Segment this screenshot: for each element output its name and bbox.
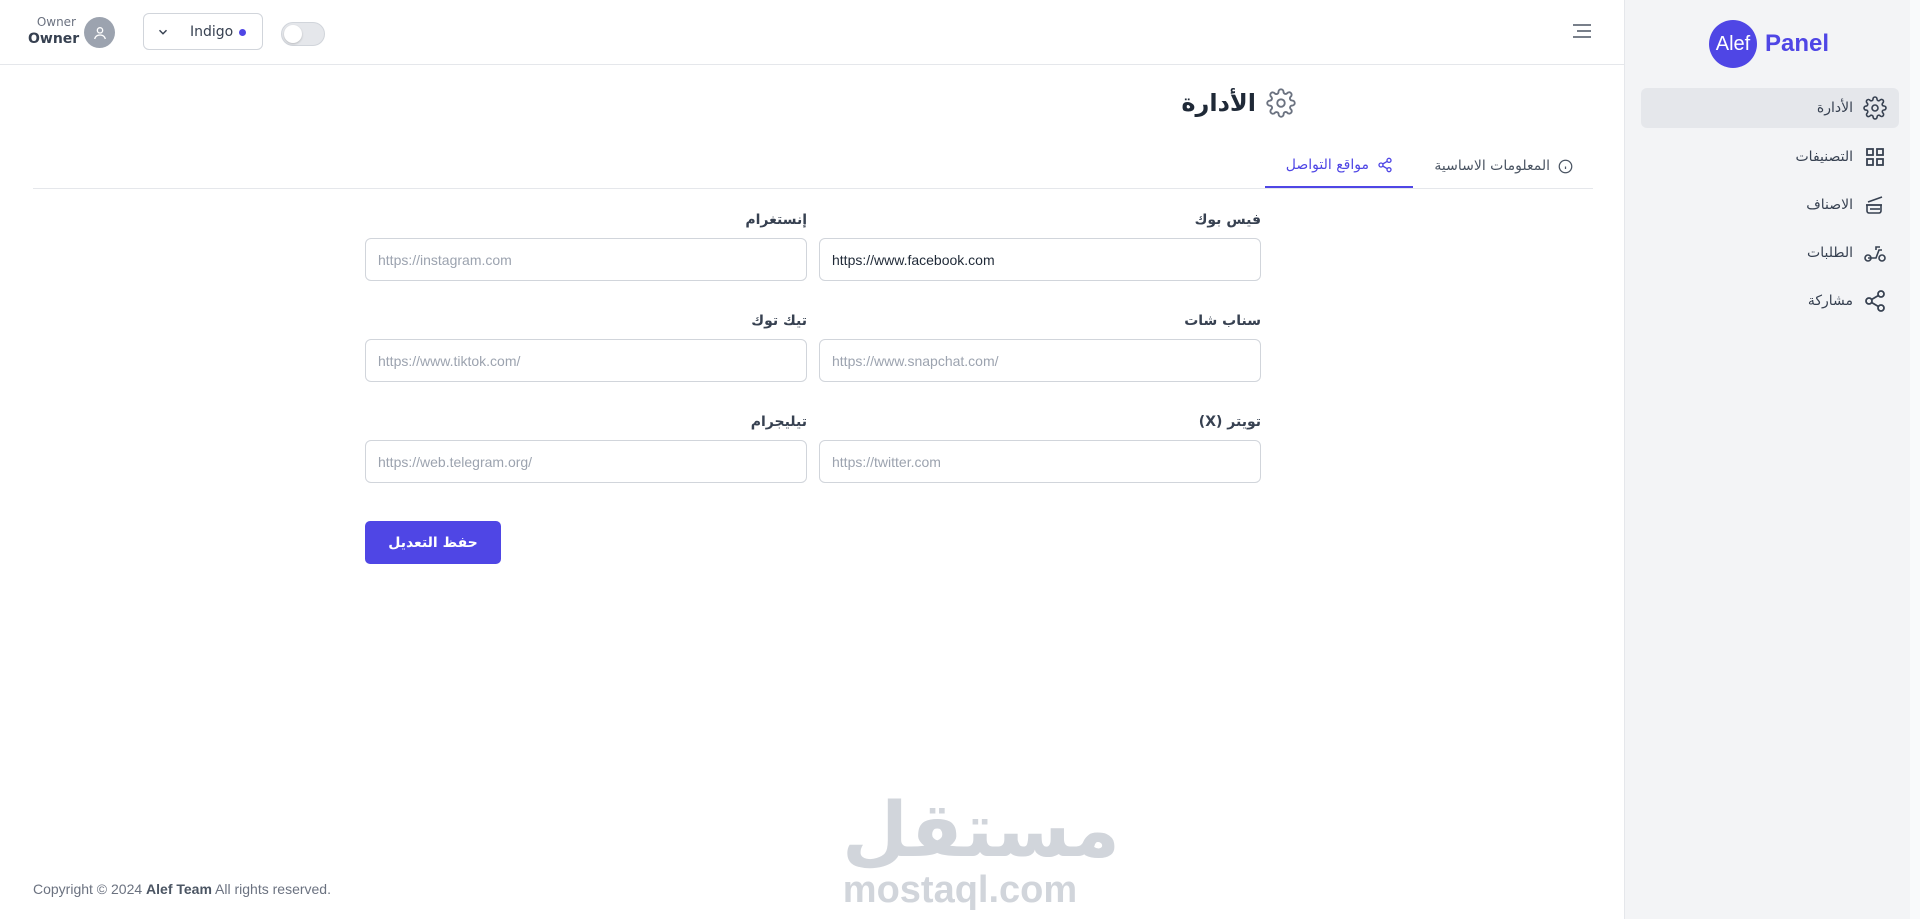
page-title-text: الأدارة (1181, 89, 1256, 117)
facebook-label: فيس بوك (1194, 212, 1261, 228)
logo-circle: Alef (1709, 20, 1757, 68)
user-icon (93, 26, 106, 39)
sidebar-item-label: مشاركة (1807, 293, 1853, 309)
footer-suffix: All rights reserved. (215, 881, 331, 897)
burger-icon (1866, 196, 1883, 214)
tiktok-input[interactable] (365, 339, 807, 382)
snapchat-input[interactable] (819, 339, 1261, 382)
avatar[interactable] (84, 17, 115, 48)
menu-icon[interactable] (1572, 22, 1592, 40)
sidebar-item-label: الطلبات (1807, 245, 1853, 261)
sidebar: Alef Panel الأدارة التصنيفات الاصناف الط… (1625, 0, 1919, 919)
sidebar-item-admin[interactable]: الأدارة (1641, 88, 1899, 128)
user-info[interactable]: Owner Owner (28, 14, 80, 48)
tab-social-media-label: مواقع التواصل (1285, 157, 1369, 173)
chevron-down-icon (158, 29, 168, 35)
sidebar-item-categories[interactable]: التصنيفات (1641, 137, 1899, 177)
instagram-field-group: إنستغرام (365, 210, 807, 281)
twitter-input[interactable] (819, 440, 1261, 483)
sidebar-item-label: التصنيفات (1795, 149, 1854, 165)
footer-team: Alef Team (146, 881, 212, 897)
gear-icon (1863, 96, 1887, 120)
tab-basic-info[interactable]: المعلومات الاساسية (1413, 144, 1593, 188)
tiktok-label: تيك توك (751, 313, 807, 329)
twitter-field-group: تويتر (X) (819, 412, 1261, 483)
share-icon (1378, 157, 1392, 173)
footer-prefix: Copyright © 2024 (33, 881, 143, 897)
tab-basic-info-label: المعلومات الاساسية (1434, 158, 1550, 174)
logo-word: Panel (1765, 30, 1830, 57)
theme-select[interactable]: Indigo (143, 13, 263, 50)
main-content: Owner Owner Indigo الأدارة المعلومات الا… (0, 0, 1625, 919)
instagram-input[interactable] (365, 238, 807, 281)
snapchat-field-group: سناب شات (819, 311, 1261, 382)
grid-icon (1866, 148, 1884, 166)
top-bar: Owner Owner Indigo (0, 0, 1624, 65)
share-icon (1865, 290, 1885, 312)
telegram-label: تيليجرام (750, 414, 807, 430)
twitter-label: تويتر (X) (1198, 414, 1261, 430)
user-name: Owner (28, 31, 80, 47)
info-icon (1558, 159, 1573, 173)
toggle-knob (284, 25, 302, 43)
footer: Copyright © 2024 Alef Team All rights re… (33, 881, 331, 897)
dark-mode-toggle[interactable] (281, 22, 325, 46)
gear-icon (1266, 88, 1296, 118)
sidebar-item-products[interactable]: الاصناف (1641, 185, 1899, 225)
telegram-field-group: تيليجرام (365, 412, 807, 483)
watermark-arabic: مستقل (842, 785, 1120, 874)
facebook-input[interactable] (819, 238, 1261, 281)
tab-social-media[interactable]: مواقع التواصل (1265, 144, 1413, 188)
tabs: المعلومات الاساسية مواقع التواصل (33, 144, 1593, 189)
watermark: مستقل mostaql.com (842, 785, 1120, 911)
snapchat-label: سناب شات (1184, 313, 1261, 329)
save-button[interactable]: حفظ التعديل (365, 521, 501, 564)
telegram-input[interactable] (365, 440, 807, 483)
page-scrollbar[interactable] (1910, 0, 1920, 919)
sidebar-item-orders[interactable]: الطلبات (1641, 233, 1899, 273)
scooter-icon (1864, 246, 1886, 262)
sidebar-item-share[interactable]: مشاركة (1641, 281, 1899, 321)
watermark-latin: mostaql.com (842, 869, 1078, 911)
theme-color-dot (239, 29, 246, 36)
theme-label: Indigo (190, 24, 234, 40)
instagram-label: إنستغرام (745, 212, 807, 228)
facebook-field-group: فيس بوك (819, 210, 1261, 281)
user-role: Owner (36, 15, 76, 29)
logo[interactable]: Alef Panel (1709, 20, 1829, 68)
sidebar-item-label: الأدارة (1816, 100, 1853, 116)
tiktok-field-group: تيك توك (365, 311, 807, 382)
sidebar-item-label: الاصناف (1806, 197, 1853, 213)
page-title: الأدارة (1181, 88, 1296, 118)
